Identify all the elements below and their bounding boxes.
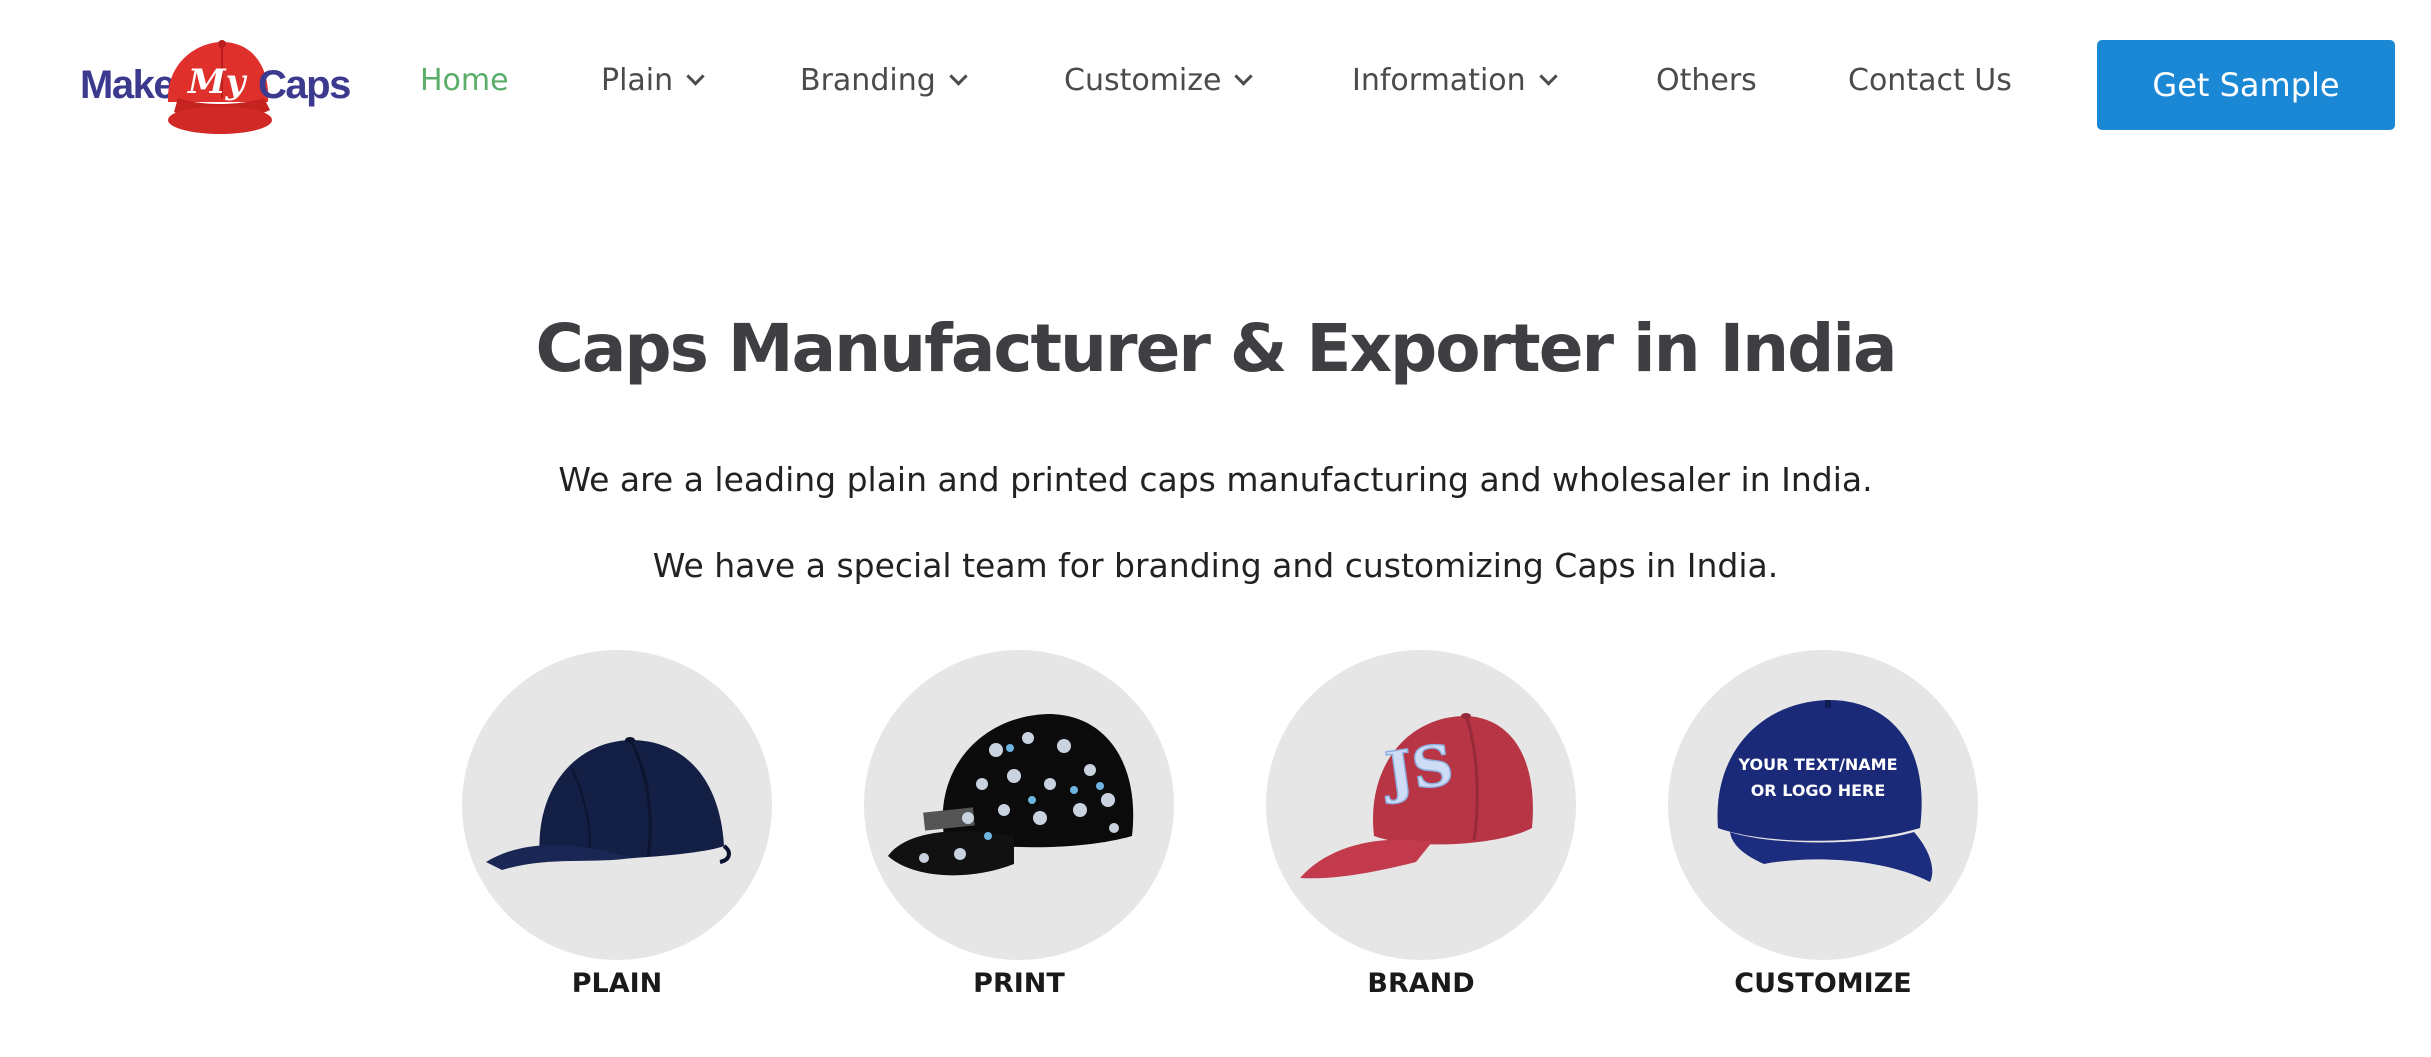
nav-branding-label: Branding	[800, 62, 936, 98]
site-header: Make My Caps Home Plain Branding Customi…	[0, 0, 2431, 170]
nav-others[interactable]: Others	[1656, 58, 1757, 102]
hero-description-1: We are a leading plain and printed caps …	[558, 460, 1873, 499]
nav-contact-us-label: Contact Us	[1848, 62, 2012, 98]
logo-text-my: My	[188, 62, 246, 102]
category-customize[interactable]: YOUR TEXT/NAME OR LOGO HERE CUSTOMIZE	[1668, 650, 1978, 1010]
category-customize-image: YOUR TEXT/NAME OR LOGO HERE	[1668, 650, 1978, 960]
get-sample-button[interactable]: Get Sample	[2097, 40, 2395, 130]
nav-home-label: Home	[420, 62, 509, 98]
plain-navy-cap-icon	[486, 737, 731, 870]
nav-information[interactable]: Information	[1352, 58, 1558, 102]
category-print-label: PRINT	[973, 968, 1065, 999]
nav-customize[interactable]: Customize	[1064, 58, 1254, 102]
category-brand-label: BRAND	[1367, 968, 1475, 999]
custom-cap-text-1: YOUR TEXT/NAME	[1737, 755, 1897, 774]
nav-plain-label: Plain	[601, 62, 674, 98]
nav-branding[interactable]: Branding	[800, 58, 968, 102]
nav-home[interactable]: Home	[420, 58, 509, 102]
chevron-down-icon	[949, 66, 968, 86]
category-brand-image: JS	[1266, 650, 1576, 960]
branded-red-cap-icon: JS	[1300, 713, 1533, 879]
chevron-down-icon	[686, 66, 705, 86]
chevron-down-icon	[1538, 66, 1558, 86]
category-plain-image	[462, 650, 772, 960]
custom-cap-text-2: OR LOGO HERE	[1751, 781, 1886, 800]
page-title: Caps Manufacturer & Exporter in India	[535, 310, 1897, 387]
logo-text-caps: Caps	[258, 63, 351, 107]
category-plain[interactable]: PLAIN	[462, 650, 772, 1010]
category-print-image	[864, 650, 1174, 960]
category-print[interactable]: PRINT	[864, 650, 1174, 1010]
nav-customize-label: Customize	[1064, 62, 1222, 98]
chevron-down-icon	[1234, 66, 1254, 86]
category-customize-label: CUSTOMIZE	[1734, 968, 1912, 999]
category-brand[interactable]: JS BRAND	[1266, 650, 1576, 1010]
category-plain-label: PLAIN	[571, 968, 663, 999]
custom-navy-cap-icon: YOUR TEXT/NAME OR LOGO HERE	[1717, 700, 1933, 882]
hero-description-2: We have a special team for branding and …	[652, 546, 1779, 585]
nav-plain[interactable]: Plain	[601, 58, 705, 102]
nav-information-label: Information	[1352, 62, 1526, 98]
make-my-caps-logo[interactable]: Make My Caps	[80, 40, 355, 140]
nav-contact-us[interactable]: Contact Us	[1848, 58, 2012, 102]
nav-others-label: Others	[1656, 62, 1757, 98]
svg-text:JS: JS	[1377, 732, 1457, 807]
printed-black-cap-icon	[888, 714, 1134, 876]
